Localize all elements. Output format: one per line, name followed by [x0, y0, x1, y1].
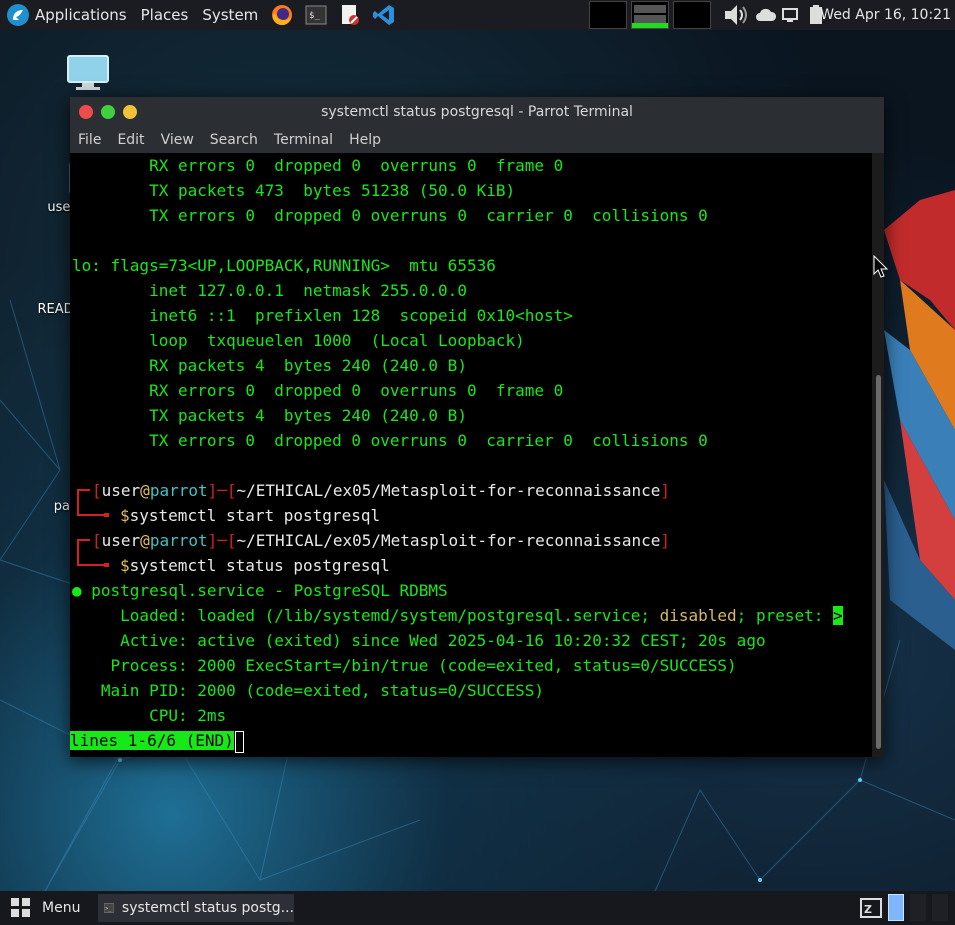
volume-icon[interactable] [722, 3, 752, 27]
system-menu[interactable]: System [195, 0, 265, 30]
workspace-pager[interactable] [932, 894, 948, 921]
firefox-launcher-icon[interactable] [270, 3, 294, 27]
output-line: RX errors 0 dropped 0 overruns 0 frame 0 [72, 381, 564, 400]
workspace-pager-active[interactable] [888, 894, 904, 921]
mouse-cursor-icon [873, 255, 889, 278]
output-line: inet 127.0.0.1 netmask 255.0.0.0 [72, 281, 467, 300]
grid-menu-icon [11, 898, 30, 917]
terminal-window[interactable]: systemctl status postgresql - Parrot Ter… [70, 97, 884, 757]
clock[interactable]: Wed Apr 16, 10:21 [820, 0, 951, 30]
pager-status: lines 1-6/6 (END) [70, 728, 244, 753]
output-line: loop txqueuelen 1000 (Local Loopback) [72, 331, 525, 350]
main-pid-line: Main PID: 2000 (code=exited, status=0/SU… [72, 681, 545, 700]
menu-view[interactable]: View [153, 132, 202, 148]
workspace-pager[interactable] [910, 894, 926, 921]
display-icon[interactable] [780, 3, 800, 27]
output-line: lo: flags=73<UP,LOOPBACK,RUNNING> mtu 65… [72, 256, 496, 275]
line-overflow-marker: > [833, 606, 843, 625]
scrollbar-thumb[interactable] [876, 375, 881, 749]
prompt-at: @ [140, 531, 150, 550]
command-line: $systemctl start postgresql [120, 506, 381, 525]
prompt-path: ~/ETHICAL/ex05/Metasploit-for-reconnaiss… [236, 531, 661, 550]
terminal-launcher-icon[interactable]: $_ [304, 3, 328, 27]
prompt-host: parrot [149, 531, 208, 550]
output-line: TX packets 4 bytes 240 (240.0 B) [72, 406, 467, 425]
prompt-user: user [101, 481, 141, 500]
top-panel: Applications Places System $_ Wed Apr 16… [0, 0, 955, 30]
menu-edit[interactable]: Edit [109, 132, 152, 148]
prompt-line: [user@parrot]─[~/ETHICAL/ex05/Metasploit… [92, 531, 670, 550]
menu-button[interactable]: Menu [10, 891, 80, 925]
command-text: systemctl status postgresql [129, 556, 390, 575]
network-cloud-icon[interactable] [754, 3, 778, 27]
computer-desktop-icon[interactable] [66, 55, 110, 95]
output-line: inet6 ::1 prefixlen 128 scopeid 0x10<hos… [72, 306, 573, 325]
places-menu[interactable]: Places [134, 0, 196, 30]
loaded-line: Loaded: loaded (/lib/systemd/system/post… [72, 606, 843, 625]
output-line: TX packets 473 bytes 51238 (50.0 KiB) [72, 181, 516, 200]
svg-text:>_: >_ [105, 906, 111, 912]
window-title: systemctl status postgresql - Parrot Ter… [321, 104, 633, 120]
output-line: TX errors 0 dropped 0 overruns 0 carrier… [72, 206, 708, 225]
workspace-2[interactable] [631, 1, 669, 29]
prompt-path: ~/ETHICAL/ex05/Metasploit-for-reconnaiss… [236, 481, 661, 500]
text-editor-launcher-icon[interactable] [338, 3, 362, 27]
pager-status-text: lines 1-6/6 (END) [70, 731, 234, 750]
output-line: TX errors 0 dropped 0 overruns 0 carrier… [72, 431, 708, 450]
menu-label: Menu [42, 900, 81, 916]
prompt-line: [user@parrot]─[~/ETHICAL/ex05/Metasploit… [92, 481, 670, 500]
status-bullet-icon: ● [72, 581, 82, 600]
menu-search[interactable]: Search [202, 132, 266, 148]
workspace-1[interactable] [589, 1, 627, 29]
cpu-line: CPU: 2ms [72, 706, 227, 725]
terminal-titlebar[interactable]: systemctl status postgresql - Parrot Ter… [70, 97, 884, 127]
service-status-line: ● postgresql.service - PostgreSQL RDBMS [72, 578, 448, 603]
service-name: postgresql.service - PostgreSQL RDBMS [81, 581, 448, 600]
applications-label: Applications [35, 6, 127, 24]
keyboard-layout-icon[interactable]: Z [860, 897, 882, 923]
svg-text:Z: Z [864, 903, 872, 916]
parrot-wallpaper-shape [884, 190, 955, 650]
active-line: Active: active (exited) since Wed 2025-0… [72, 631, 766, 650]
vscode-launcher-icon[interactable] [372, 3, 396, 27]
taskbar-button-label: systemctl status postg... [121, 900, 294, 916]
bottom-panel: Menu >_ systemctl status postg... Z [0, 891, 955, 925]
output-line: RX packets 4 bytes 240 (240.0 B) [72, 356, 467, 375]
process-line: Process: 2000 ExecStart=/bin/true (code=… [72, 656, 737, 675]
taskbar-terminal-button[interactable]: >_ systemctl status postg... [98, 894, 294, 922]
terminal-icon: >_ [104, 903, 114, 913]
disabled-text: disabled [659, 606, 737, 625]
output-line: RX errors 0 dropped 0 overruns 0 frame 0 [72, 156, 564, 175]
prompt-user: user [101, 531, 141, 550]
menu-file[interactable]: File [70, 132, 109, 148]
cursor [234, 730, 244, 753]
terminal-output[interactable]: RX errors 0 dropped 0 overruns 0 frame 0… [70, 153, 872, 757]
terminal-scrollbar[interactable] [872, 153, 884, 757]
menu-help[interactable]: Help [341, 132, 389, 148]
parrot-logo-icon [7, 4, 29, 26]
command-line: $systemctl status postgresql [120, 556, 390, 575]
terminal-menubar: File Edit View Search Terminal Help [70, 127, 884, 153]
workspace-3[interactable] [673, 1, 711, 29]
prompt-at: @ [140, 481, 150, 500]
applications-menu[interactable]: Applications [0, 0, 134, 30]
prompt-host: parrot [149, 481, 208, 500]
active-state: active (exited) [197, 631, 342, 650]
svg-text:$_: $_ [309, 11, 320, 21]
menu-terminal[interactable]: Terminal [266, 132, 341, 148]
command-text: systemctl start postgresql [129, 506, 381, 525]
